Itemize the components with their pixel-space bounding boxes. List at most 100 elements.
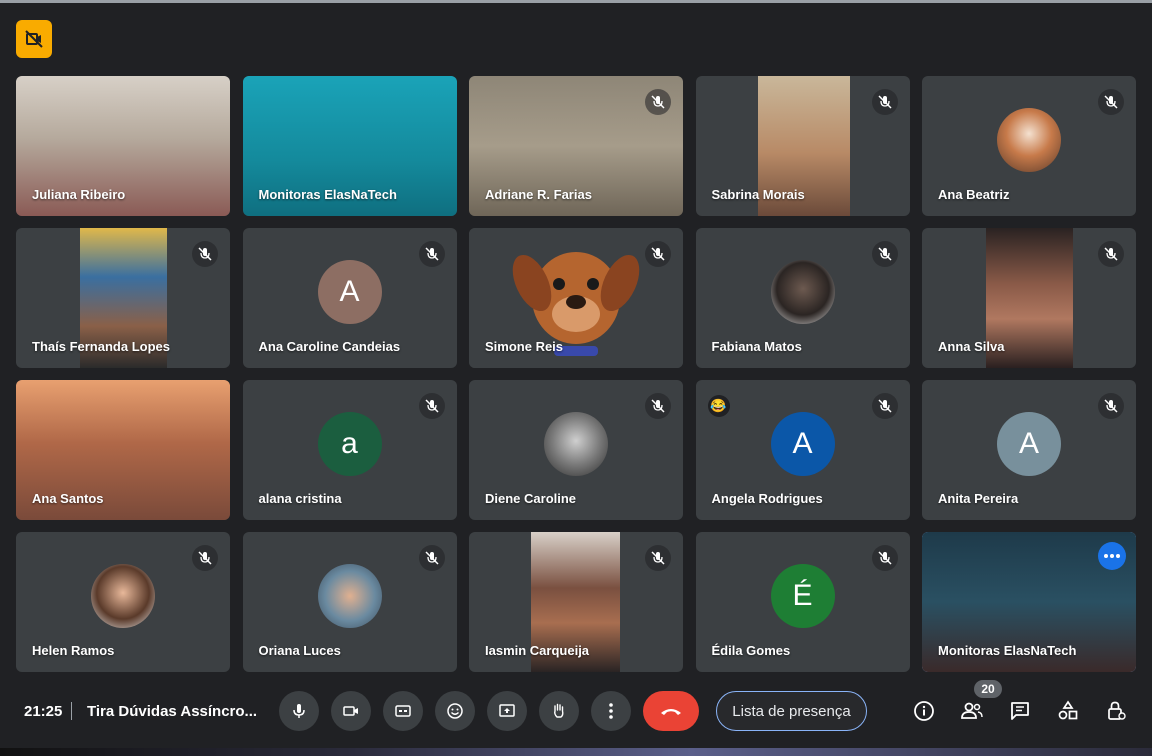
mic-off-icon bbox=[645, 393, 671, 419]
participant-tile[interactable]: Fabiana Matos bbox=[695, 228, 910, 368]
camera-button[interactable] bbox=[331, 691, 371, 731]
mic-off-icon bbox=[192, 545, 218, 571]
reaction-emoji: 😂 bbox=[707, 395, 730, 417]
participant-tile[interactable]: Ana Santos bbox=[16, 380, 230, 520]
participant-tile[interactable]: 😂 A Angela Rodrigues bbox=[695, 380, 910, 520]
meeting-details-button[interactable] bbox=[909, 696, 939, 726]
participant-name: Thaís Fernanda Lopes bbox=[32, 339, 170, 354]
lock-person-icon bbox=[1108, 701, 1126, 720]
mic-off-icon bbox=[1098, 241, 1124, 267]
reactions-button[interactable] bbox=[435, 691, 475, 731]
participant-name: Diene Caroline bbox=[485, 491, 577, 506]
mic-off-icon bbox=[645, 241, 671, 267]
chat-icon bbox=[1011, 702, 1029, 720]
participant-tile[interactable]: Simone Reis bbox=[469, 228, 683, 368]
participant-name: Fabiana Matos bbox=[711, 339, 802, 354]
mic-off-icon bbox=[871, 545, 898, 571]
participant-tile[interactable]: Anna Silva bbox=[922, 228, 1136, 368]
avatar bbox=[544, 412, 608, 476]
more-options-icon[interactable] bbox=[1098, 542, 1126, 570]
camera-icon bbox=[343, 706, 358, 716]
participant-name: Monitoras ElasNaTech bbox=[258, 187, 397, 202]
avatar-letter: A bbox=[317, 260, 382, 324]
participant-tile[interactable]: Adriane R. Farias bbox=[469, 76, 683, 216]
participant-name: Adriane R. Farias bbox=[485, 187, 592, 202]
captions-icon bbox=[395, 705, 411, 717]
participant-tile-self[interactable]: Monitoras ElasNaTech bbox=[922, 532, 1136, 672]
microphone-icon bbox=[293, 704, 305, 718]
participant-name: alana cristina bbox=[258, 491, 342, 506]
attendance-button[interactable]: Lista de presença bbox=[716, 691, 867, 731]
shapes-icon bbox=[1058, 700, 1078, 720]
participant-name: Sabrina Morais bbox=[711, 187, 805, 202]
hang-up-icon bbox=[661, 709, 681, 715]
mic-off-icon bbox=[871, 393, 898, 419]
video-off-icon bbox=[25, 30, 43, 48]
host-controls-button[interactable] bbox=[1101, 696, 1131, 726]
participant-tile[interactable]: Ana Beatriz bbox=[922, 76, 1136, 216]
participant-tile[interactable]: Monitoras ElasNaTech bbox=[242, 76, 457, 216]
avatar-letter: É bbox=[770, 564, 835, 628]
mic-off-icon bbox=[871, 241, 898, 267]
microphone-button[interactable] bbox=[279, 691, 319, 731]
participant-tile[interactable]: A Anita Pereira bbox=[922, 380, 1136, 520]
participant-name: Oriana Luces bbox=[258, 643, 341, 658]
more-vertical-icon bbox=[609, 703, 613, 719]
avatar bbox=[317, 564, 382, 628]
avatar bbox=[91, 564, 155, 628]
participant-name: Simone Reis bbox=[485, 339, 564, 354]
info-icon bbox=[914, 701, 934, 721]
people-icon bbox=[961, 702, 983, 719]
mic-off-icon bbox=[871, 89, 898, 115]
participant-tile[interactable]: Juliana Ribeiro bbox=[16, 76, 230, 216]
participant-name: Angela Rodrigues bbox=[711, 491, 823, 506]
mic-off-icon bbox=[1098, 89, 1124, 115]
mic-off-icon bbox=[192, 241, 218, 267]
participant-count-badge: 20 bbox=[974, 680, 1002, 698]
participant-tile[interactable]: a alana cristina bbox=[242, 380, 457, 520]
hand-icon bbox=[554, 703, 564, 718]
chat-button[interactable] bbox=[1005, 696, 1035, 726]
participant-tile[interactable]: Sabrina Morais bbox=[695, 76, 910, 216]
present-button[interactable] bbox=[487, 691, 527, 731]
participant-tile[interactable]: É Édila Gomes bbox=[695, 532, 910, 672]
participant-name: Ana Caroline Candeias bbox=[258, 339, 401, 354]
participant-tile[interactable]: Helen Ramos bbox=[16, 532, 230, 672]
desktop-background-strip bbox=[0, 748, 1152, 756]
meeting-title[interactable]: Tira Dúvidas Assíncro... bbox=[87, 703, 263, 720]
participant-name: Juliana Ribeiro bbox=[32, 187, 126, 202]
participant-tile[interactable]: A Ana Caroline Candeias bbox=[242, 228, 457, 368]
leave-call-button[interactable] bbox=[643, 691, 699, 731]
avatar-letter: A bbox=[770, 412, 835, 476]
captions-button[interactable] bbox=[383, 691, 423, 731]
raise-hand-button[interactable] bbox=[539, 691, 579, 731]
avatar-letter: A bbox=[997, 412, 1061, 476]
present-screen-icon bbox=[499, 704, 515, 717]
mic-off-icon bbox=[418, 393, 445, 419]
participant-name: Anna Silva bbox=[938, 339, 1005, 354]
recording-indicator[interactable] bbox=[16, 20, 52, 58]
more-options-button[interactable] bbox=[591, 691, 631, 731]
avatar bbox=[997, 108, 1061, 172]
avatar-letter: a bbox=[317, 412, 382, 476]
participant-name: Ana Beatriz bbox=[938, 187, 1010, 202]
participant-name: Iasmin Carqueija bbox=[485, 643, 590, 658]
people-button[interactable] bbox=[957, 696, 987, 726]
participant-name: Anita Pereira bbox=[938, 491, 1019, 506]
participant-tile[interactable]: Thaís Fernanda Lopes bbox=[16, 228, 230, 368]
avatar bbox=[770, 260, 835, 324]
participant-tile[interactable]: Iasmin Carqueija bbox=[469, 532, 683, 672]
participant-tile[interactable]: Oriana Luces bbox=[242, 532, 457, 672]
emoji-icon bbox=[447, 703, 463, 719]
participant-name: Helen Ramos bbox=[32, 643, 115, 658]
mic-off-icon bbox=[645, 545, 671, 571]
activities-button[interactable] bbox=[1053, 696, 1083, 726]
participant-tile[interactable]: Diene Caroline bbox=[469, 380, 683, 520]
mic-off-icon bbox=[1098, 393, 1124, 419]
mic-off-icon bbox=[418, 241, 445, 267]
participant-name: Monitoras ElasNaTech bbox=[938, 643, 1077, 658]
divider bbox=[71, 702, 72, 720]
mic-off-icon bbox=[418, 545, 445, 571]
mic-off-icon bbox=[645, 89, 671, 115]
participant-name: Ana Santos bbox=[32, 491, 104, 506]
